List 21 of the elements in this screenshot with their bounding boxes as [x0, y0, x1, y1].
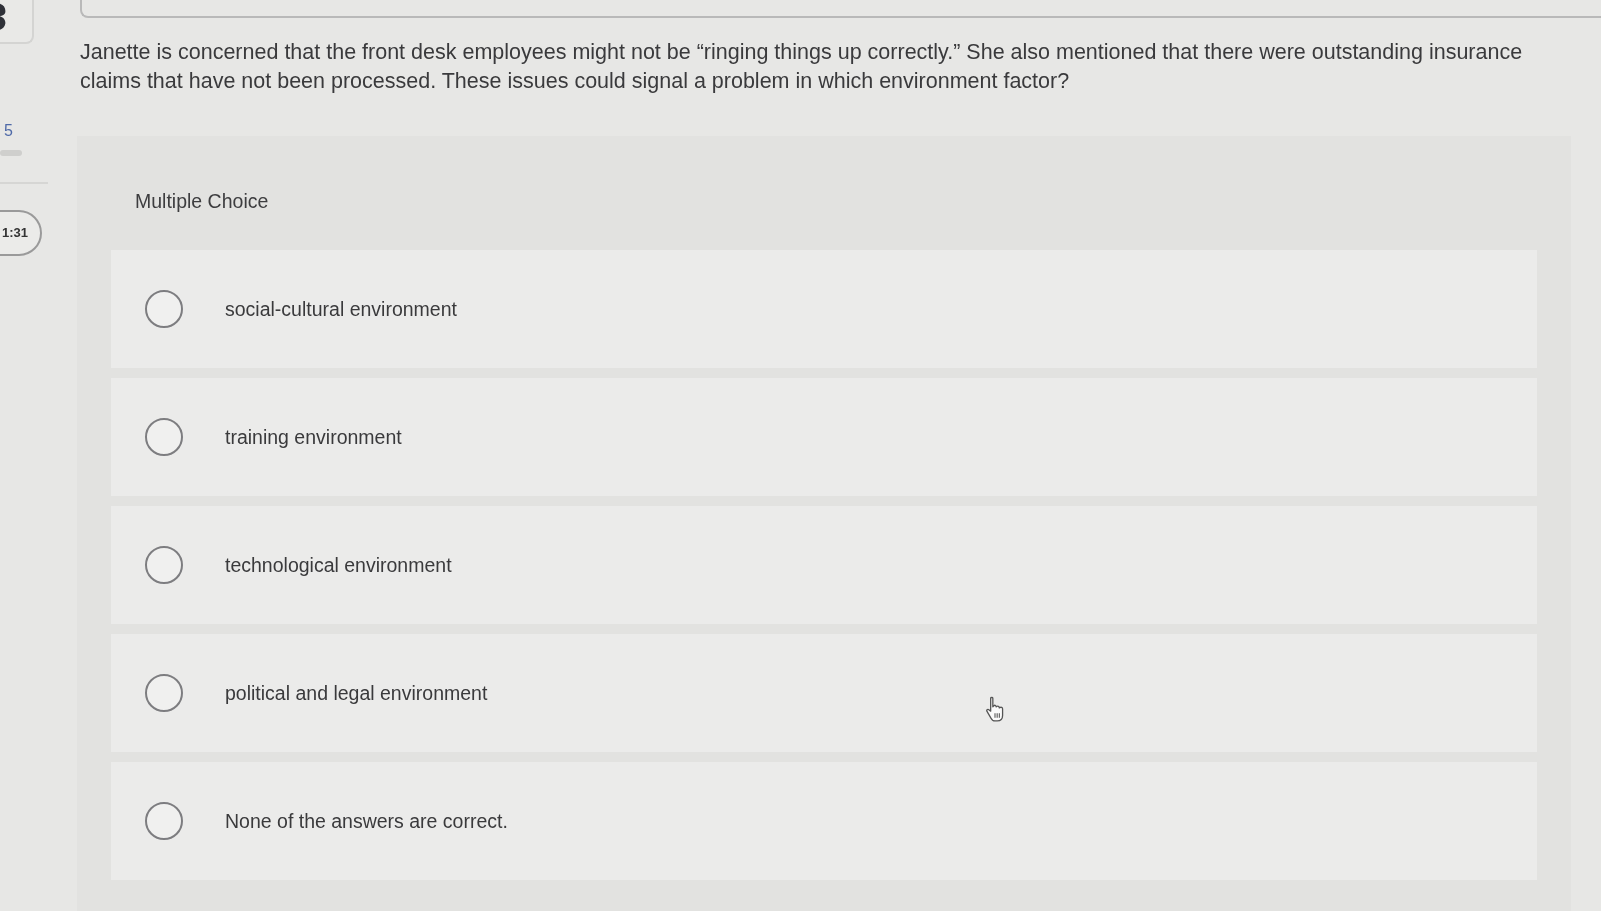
answer-option[interactable]: social-cultural environment — [111, 250, 1537, 368]
radio-button[interactable] — [145, 802, 183, 840]
answer-option[interactable]: training environment — [111, 378, 1537, 496]
option-text: technological environment — [225, 553, 452, 577]
radio-button[interactable] — [145, 674, 183, 712]
answer-option[interactable]: None of the answers are correct. — [111, 762, 1537, 880]
option-text: political and legal environment — [225, 681, 488, 705]
radio-button[interactable] — [145, 418, 183, 456]
radio-button[interactable] — [145, 546, 183, 584]
radio-button[interactable] — [145, 290, 183, 328]
answer-option[interactable]: technological environment — [111, 506, 1537, 624]
question-type-label: Multiple Choice — [135, 190, 269, 212]
option-text: None of the answers are correct. — [225, 809, 508, 833]
answer-option[interactable]: political and legal environment — [111, 634, 1537, 752]
option-text: social-cultural environment — [225, 297, 457, 321]
question-count: 5 — [4, 122, 13, 140]
question-text: Janette is concerned that the front desk employees might not be “ringing things up correctly.” She also mentioned that there were outstanding insurance claims that have not been processed. These issues could signal a problem in which environment factor? — [80, 39, 1524, 95]
timer-pill: 1:31 — [0, 210, 43, 256]
option-text: training environment — [225, 425, 402, 449]
progress-track — [0, 150, 22, 156]
hand-cursor-icon — [984, 696, 1006, 722]
